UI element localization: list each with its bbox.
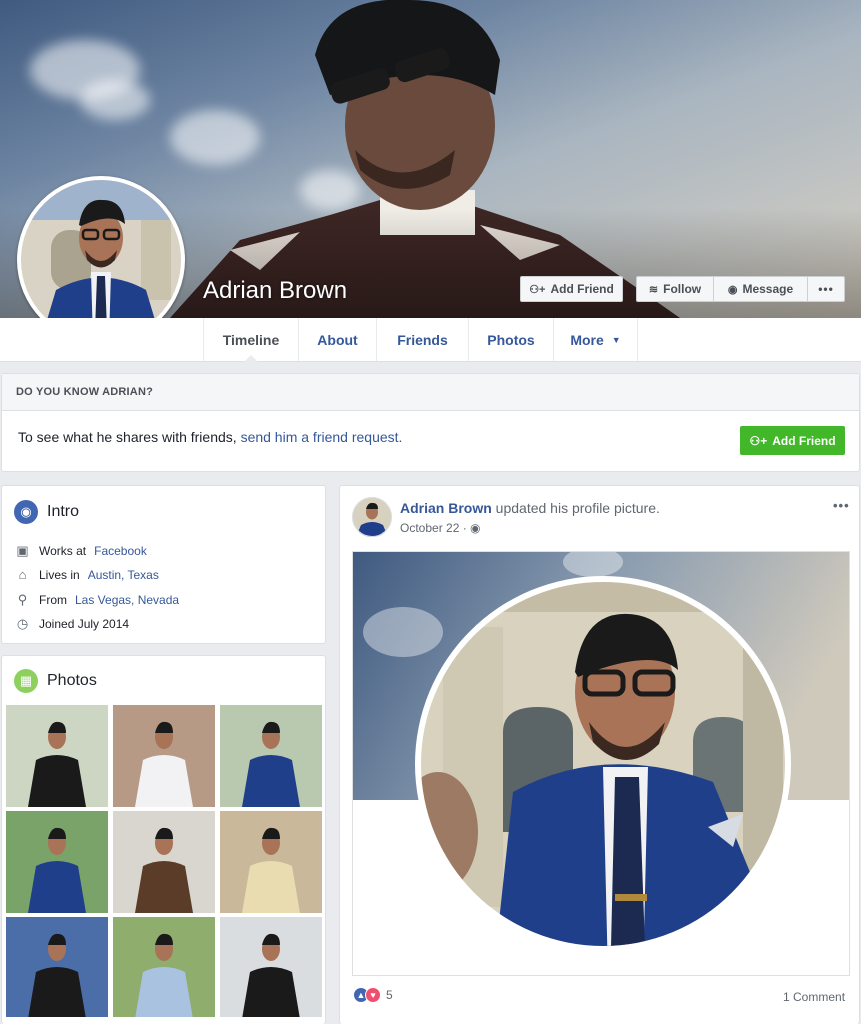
prompt-text-body: To see what he shares with friends, [18, 429, 237, 445]
photos-title: ▦ Photos [14, 669, 97, 693]
rss-icon: ≋ [648, 283, 659, 296]
profile-nav-bar: Timeline About Friends Photos More ▼ [0, 318, 861, 362]
message-button[interactable]: ◉ Message [713, 276, 808, 302]
tab-friends-label: Friends [397, 331, 448, 348]
photo-thumbnail[interactable] [113, 705, 215, 807]
tab-friends[interactable]: Friends [377, 318, 469, 361]
intro-title-text: Intro [47, 503, 80, 520]
add-friend-label: Add Friend [550, 282, 614, 296]
photo-thumbnail[interactable] [220, 811, 322, 913]
more-dots-label: ••• [818, 282, 834, 296]
post-reactions[interactable]: ▲ ♥ 5 [353, 987, 393, 1003]
post-action-text: updated his profile picture. [495, 500, 660, 516]
follow-button[interactable]: ≋ Follow [636, 276, 713, 302]
location-pin-icon: ⚲ [17, 592, 28, 607]
photo-thumbnail[interactable] [113, 811, 215, 913]
intro-card: ◉ Intro ▣ Works at Facebook ⌂ Lives in A… [1, 485, 326, 644]
add-user-icon: ⚇+ [529, 283, 546, 296]
photo-thumbnail[interactable] [220, 917, 322, 1017]
follow-label: Follow [663, 282, 702, 296]
tab-about[interactable]: About [299, 318, 377, 361]
post-image[interactable] [352, 551, 850, 976]
intro-from-link[interactable]: Las Vegas, Nevada [75, 593, 179, 607]
add-friend-green-button[interactable]: ⚇+ Add Friend [740, 426, 845, 455]
post-header: Adrian Brown updated his profile picture… [400, 500, 660, 516]
intro-lives-link[interactable]: Austin, Texas [88, 568, 159, 582]
briefcase-icon: ▣ [16, 543, 29, 558]
add-friend-button[interactable]: ⚇+ Add Friend [520, 276, 623, 302]
post-author-avatar[interactable] [352, 497, 392, 537]
intro-work-label: Works at [39, 544, 87, 558]
messenger-icon: ◉ [727, 283, 738, 296]
tab-more[interactable]: More ▼ [554, 318, 638, 361]
globe-privacy-icon: ◉ [470, 521, 481, 535]
message-label: Message [742, 282, 794, 296]
prompt-text: To see what he shares with friends, send… [18, 429, 402, 445]
photo-thumbnail[interactable] [220, 705, 322, 807]
tab-more-label: More [570, 331, 604, 348]
add-friend-green-label: Add Friend [772, 433, 836, 448]
friend-request-prompt: DO YOU KNOW ADRIAN? To see what he share… [1, 373, 860, 472]
intro-from: ⚲ From Las Vegas, Nevada [14, 592, 179, 608]
more-options-button[interactable]: ••• [807, 276, 845, 302]
tab-about-label: About [317, 331, 358, 348]
photo-thumbnail[interactable] [6, 811, 108, 913]
profile-name[interactable]: Adrian Brown [203, 277, 347, 305]
post-author-link[interactable]: Adrian Brown [400, 500, 492, 516]
comment-count-link[interactable]: 1 Comment [783, 990, 845, 1004]
clock-icon: ◷ [16, 616, 29, 631]
intro-joined-label: Joined July 2014 [39, 617, 130, 631]
post-date-text: October 22 · [400, 521, 467, 535]
photo-thumbnail[interactable] [113, 917, 215, 1017]
intro-work-link[interactable]: Facebook [94, 544, 147, 558]
intro-lives-label: Lives in [39, 567, 80, 582]
tab-photos-label: Photos [487, 331, 535, 348]
photo-album-icon: ▦ [14, 669, 38, 693]
photo-thumbnail[interactable] [6, 705, 108, 807]
home-icon: ⌂ [18, 567, 27, 582]
love-reaction-icon: ♥ [365, 987, 381, 1003]
photo-thumbnail[interactable] [6, 917, 108, 1017]
post-timestamp[interactable]: October 22 · ◉ [400, 521, 481, 535]
prompt-heading: DO YOU KNOW ADRIAN? [2, 374, 859, 411]
caret-down-icon: ▼ [611, 334, 621, 345]
tab-timeline[interactable]: Timeline [203, 318, 299, 362]
intro-from-label: From [39, 593, 67, 607]
photos-title-text: Photos [47, 672, 97, 689]
intro-work: ▣ Works at Facebook [14, 543, 147, 559]
globe-icon: ◉ [14, 500, 38, 524]
reaction-count: 5 [386, 988, 393, 1002]
post-menu-icon[interactable]: ••• [833, 498, 850, 513]
intro-title: ◉ Intro [14, 500, 79, 524]
intro-lives: ⌂ Lives in Austin, Texas [14, 567, 159, 582]
tab-timeline-label: Timeline [222, 331, 280, 348]
tab-photos[interactable]: Photos [469, 318, 554, 361]
add-user-icon: ⚇+ [749, 433, 768, 448]
intro-joined: ◷ Joined July 2014 [14, 616, 129, 632]
friend-request-link[interactable]: send him a friend request. [241, 429, 403, 445]
